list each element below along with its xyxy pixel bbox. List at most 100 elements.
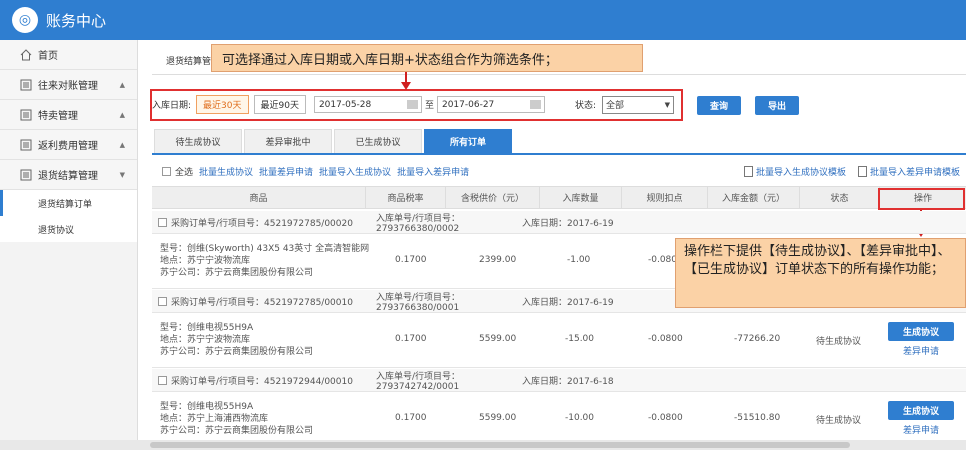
order-header-row: 采购订单号/行项目号：4521972944/00010 入库单号/行项目号：27… [152,369,966,392]
row-checkbox[interactable] [158,217,167,227]
divider [152,74,966,75]
chevron-down-icon: ▼ [119,170,125,179]
end-date-value: 2017-06-27 [441,99,495,110]
export-button[interactable]: 导出 [755,96,800,115]
column-header: 商品 [152,187,366,208]
chevron-up-icon: ▲ [119,110,125,119]
quantity: -15.00 [565,334,595,344]
sidebar: 首页 往来对账管理 ▲ 特卖管理 ▲ 返利费用管理 ▲ 退货结算管理 ▼ 退货结… [0,40,138,450]
document-icon [857,165,867,177]
annotation-arrow-head-icon [401,82,411,90]
column-header: 商品税率 [366,187,446,208]
tab-all-orders[interactable]: 所有订单 [424,129,512,153]
po-text: 采购订单号/行项目号：4521972944/00010 [171,376,353,387]
top-bar: ◎ 账务中心 [0,0,966,40]
product-model: 型号：创维电视55H9A [160,323,254,333]
diff-apply-link[interactable]: 差异申请 [888,423,954,436]
calendar-icon[interactable] [406,100,418,109]
list-icon [20,109,32,120]
app-title: 账务中心 [46,11,107,30]
amount: -51510.80 [734,413,781,423]
tax-rate: 0.1700 [395,334,427,344]
diff-apply-link[interactable]: 差异申请 [888,344,954,357]
operation-column-highlight [878,188,965,210]
start-date-value: 2017-05-28 [318,99,372,110]
chevron-down-icon: ▼ [664,100,671,109]
po-text: 采购订单号/行项目号：4521972785/00020 [171,218,353,229]
sidebar-item-reconcile[interactable]: 往来对账管理 ▲ [0,70,137,100]
sidebar-item-flash-sale[interactable]: 特卖管理 ▲ [0,100,137,130]
date-label: 入库日期: [152,101,192,111]
start-date-input[interactable]: 2017-05-28 [313,96,422,113]
date-to-label: 至 [424,101,434,111]
unit-price: 5599.00 [479,413,517,423]
deduction: -0.0800 [648,334,683,344]
sidebar-item-label: 特卖管理 [38,111,78,122]
sidebar-subitem-return-agreement[interactable]: 退货协议 [0,216,137,242]
po-number: 采购订单号/行项目号：4521972944/00010 [158,374,368,387]
product-info: 型号：创维电视55H9A 地点：苏宁宁波物流库 苏宁公司：苏宁云商集团股份有限公… [160,322,313,358]
tab-pending-agreement[interactable]: 待生成协议 [154,129,242,153]
row-checkbox[interactable] [158,375,167,385]
status-select[interactable]: 全部 ▼ [602,95,675,114]
operation-cell: 生成协议 差异申请 [888,322,954,357]
sidebar-item-rebate[interactable]: 返利费用管理 ▲ [0,130,137,160]
receipt-number: 入库单号/行项目号：2793766380/0002 [376,213,461,234]
bulk-import-diff-link[interactable]: 批量导入差异申请 [397,165,469,178]
column-header: 规则扣点 [622,187,708,208]
sidebar-item-label: 往来对账管理 [38,81,98,92]
deduction: -0.080 [648,255,678,265]
table-header: 商品 商品税率 含税供价（元） 入库数量 规则扣点 入库金额（元） 状态 操作 [152,186,966,209]
quantity: -1.00 [567,255,591,265]
operation-cell: 生成协议 差异申请 [888,401,954,436]
calendar-icon[interactable] [529,100,541,109]
product-company: 苏宁公司：苏宁云商集团股份有限公司 [160,347,314,357]
status-text: 待生成协议 [816,337,862,347]
sidebar-item-return-settlement[interactable]: 退货结算管理 ▼ [0,160,137,190]
product-location: 地点：苏宁上海浦西物流库 [160,414,269,424]
end-date-input[interactable]: 2017-06-27 [436,96,545,113]
receipt-date: 入库日期：2017-6-19 [522,218,614,229]
status-select-value: 全部 [606,101,625,111]
template-generate-link[interactable]: 批量导入生成协议模板 [756,165,846,178]
receipt-date: 入库日期：2017-6-19 [522,297,614,308]
sidebar-item-label: 返利费用管理 [38,141,98,152]
po-number: 采购订单号/行项目号：4521972785/00020 [158,216,368,229]
chevron-up-icon: ▲ [119,140,125,149]
template-diff-link[interactable]: 批量导入差异申请模板 [870,165,960,178]
recent-30-button[interactable]: 最近30天 [196,95,249,114]
scrollbar-thumb[interactable] [150,442,850,448]
unit-price: 5599.00 [479,334,517,344]
sidebar-subitem-return-orders[interactable]: 退货结算订单 [0,190,137,216]
chevron-up-icon: ▲ [119,80,125,89]
list-icon [20,139,32,150]
tab-diff-approval[interactable]: 差异审批中 [244,129,332,153]
filter-row: 入库日期: 最近30天 最近90天 2017-05-28 至 2017-06-2… [152,95,675,114]
select-all-label: 全选 [175,167,194,178]
table-row: 型号：创维电视55H9A 地点：苏宁上海浦西物流库 苏宁公司：苏宁云商集团股份有… [152,393,966,447]
tab-agreement-generated[interactable]: 已生成协议 [334,129,422,153]
bulk-diff-link[interactable]: 批量差异申请 [259,165,313,178]
generate-agreement-button[interactable]: 生成协议 [888,401,954,420]
app-logo-icon: ◎ [12,7,38,33]
receipt-number: 入库单号/行项目号：2793766380/0001 [376,292,461,313]
product-info: 型号：创维(Skyworth) 43X5 43英寸 全高清智能网 地点：苏宁宁波… [160,243,369,279]
sidebar-item-home[interactable]: 首页 [0,40,137,70]
tax-rate: 0.1700 [395,413,427,423]
sidebar-item-label: 退货结算管理 [38,171,98,182]
bulk-actions: 全选 批量生成协议 批量差异申请 批量导入生成协议 批量导入差异申请 批量导入生… [152,163,966,179]
product-model: 型号：创维电视55H9A [160,402,254,412]
row-checkbox[interactable] [158,296,167,306]
unit-price: 2399.00 [479,255,517,265]
bulk-generate-link[interactable]: 批量生成协议 [199,165,253,178]
column-header: 含税供价（元） [446,187,540,208]
generate-agreement-button[interactable]: 生成协议 [888,322,954,341]
receipt-number: 入库单号/行项目号：2793742742/0001 [376,371,461,392]
recent-90-button[interactable]: 最近90天 [253,95,306,114]
order-tabs: 待生成协议 差异审批中 已生成协议 所有订单 [152,129,966,155]
product-location: 地点：苏宁宁波物流库 [160,335,251,345]
home-icon [20,48,32,60]
bulk-import-generate-link[interactable]: 批量导入生成协议 [319,165,391,178]
query-button[interactable]: 查询 [697,96,742,115]
select-all-checkbox[interactable] [162,166,171,176]
